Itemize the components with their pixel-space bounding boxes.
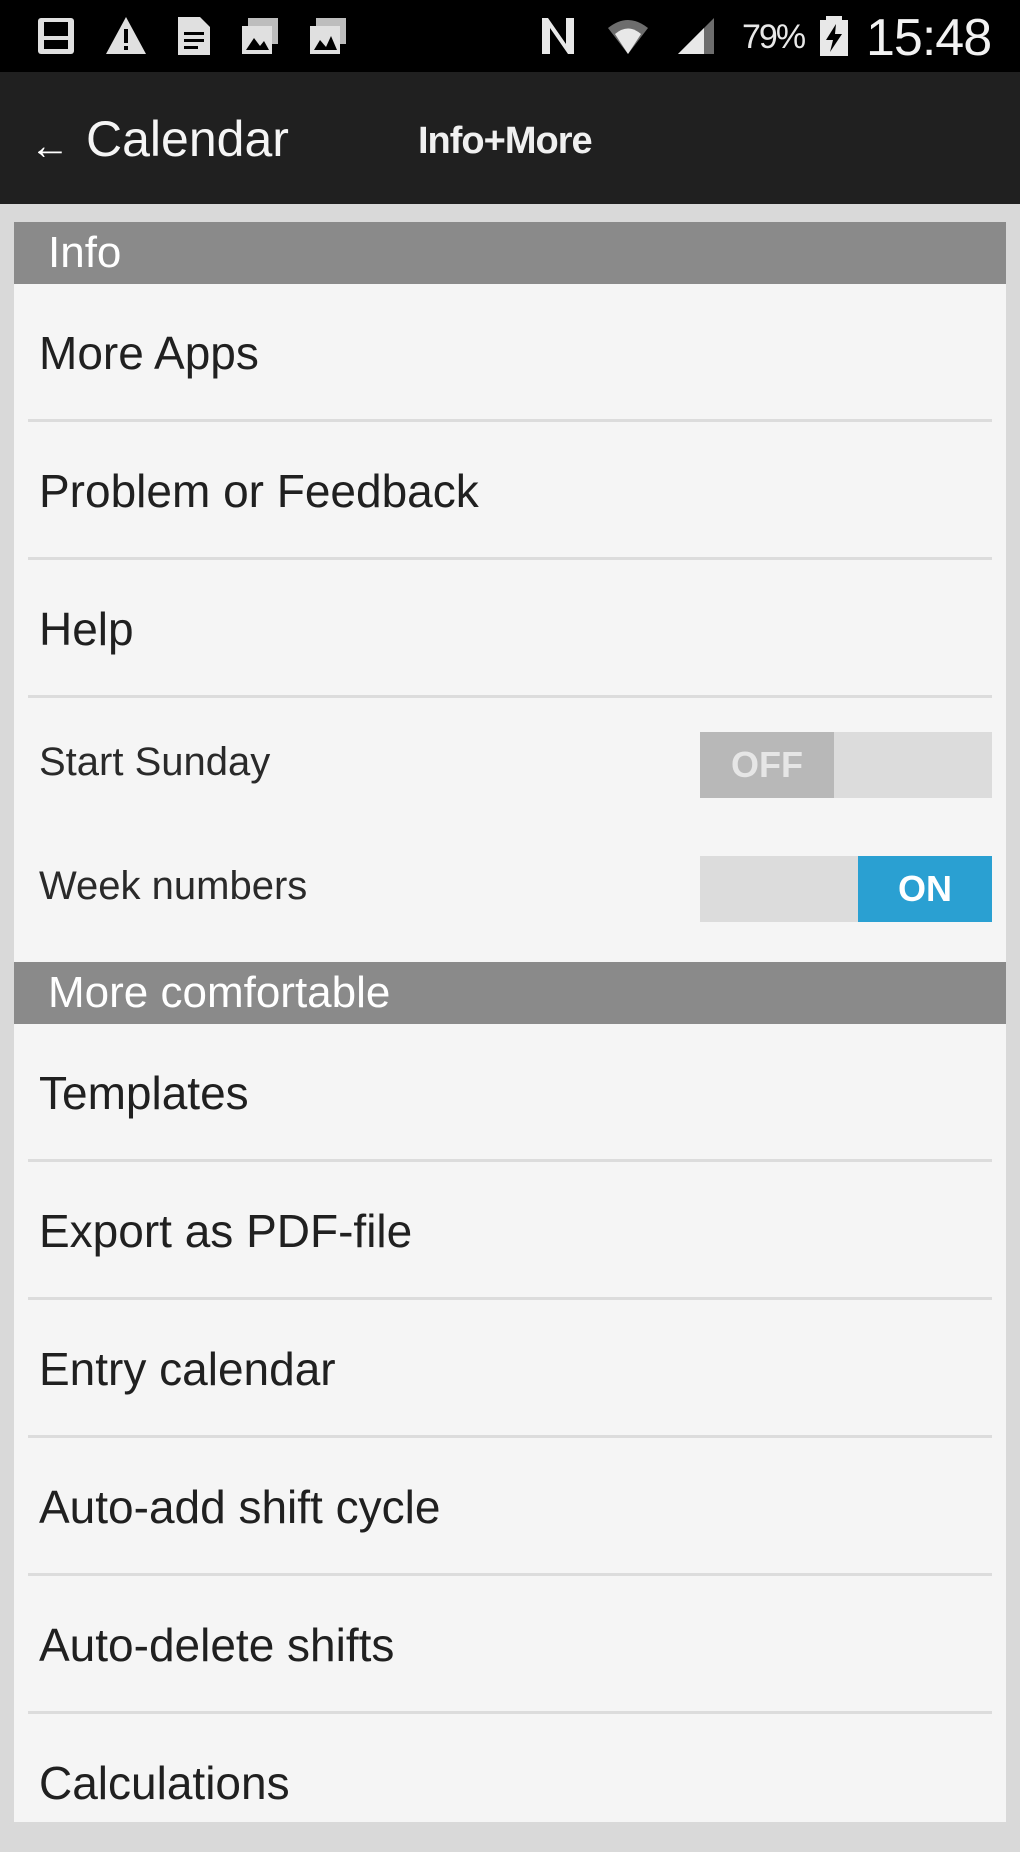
wifi-icon — [608, 20, 648, 54]
nfc-icon — [542, 18, 574, 54]
list-item-label: Help — [39, 603, 134, 655]
tab-info-more[interactable]: Info+More — [418, 120, 593, 163]
list-item-problem-feedback[interactable]: Problem or Feedback — [14, 422, 1006, 560]
toggle-label: Start Sunday — [39, 740, 271, 784]
list-item-help[interactable]: Help — [14, 560, 1006, 698]
warning-icon — [106, 17, 146, 54]
signal-icon — [678, 18, 714, 54]
back-arrow-icon[interactable]: ← — [30, 124, 70, 169]
battery-percent: 79% — [742, 18, 806, 56]
status-bar: 79% 15:48 — [0, 0, 1020, 72]
list-item-label: Calculations — [39, 1757, 290, 1809]
toggle-knob: ON — [858, 856, 992, 922]
sd-card-icon — [38, 18, 74, 54]
list-item-label: Templates — [39, 1067, 249, 1119]
list-item-label: Auto-add shift cycle — [39, 1481, 441, 1533]
app-title[interactable]: Calendar — [86, 110, 289, 168]
section-header-info: Info — [14, 222, 1006, 284]
list-item-more-apps[interactable]: More Apps — [14, 284, 1006, 422]
list-item-calculations[interactable]: Calculations — [14, 1714, 1006, 1852]
start-sunday-toggle[interactable]: OFF — [700, 732, 992, 798]
list-item-label: More Apps — [39, 327, 259, 379]
action-bar: ← Calendar Info+More — [0, 72, 1020, 204]
toggle-label: Week numbers — [39, 864, 308, 908]
settings-list: Info More Apps Problem or Feedback Help … — [14, 222, 1006, 1822]
list-item-auto-add-shift-cycle[interactable]: Auto-add shift cycle — [14, 1438, 1006, 1576]
photo-icon — [242, 18, 278, 54]
photo-alt-icon — [310, 18, 346, 54]
toggle-knob: OFF — [700, 732, 834, 798]
toggle-row-start-sunday: Start Sunday OFF — [14, 700, 1006, 824]
document-icon — [178, 17, 210, 55]
list-item-label: Export as PDF-file — [39, 1205, 413, 1257]
list-item-label: Auto-delete shifts — [39, 1619, 395, 1671]
list-item-entry-calendar[interactable]: Entry calendar — [14, 1300, 1006, 1438]
clock: 15:48 — [866, 9, 992, 67]
battery-charging-icon — [820, 16, 848, 56]
list-item-label: Entry calendar — [39, 1343, 336, 1395]
section-header-more-comfortable: More comfortable — [14, 962, 1006, 1024]
divider — [28, 695, 992, 698]
toggle-row-week-numbers: Week numbers ON — [14, 824, 1006, 948]
list-item-label: Problem or Feedback — [39, 465, 479, 517]
list-item-templates[interactable]: Templates — [14, 1024, 1006, 1162]
list-item-export-pdf[interactable]: Export as PDF-file — [14, 1162, 1006, 1300]
list-item-auto-delete-shifts[interactable]: Auto-delete shifts — [14, 1576, 1006, 1714]
week-numbers-toggle[interactable]: ON — [700, 856, 992, 922]
